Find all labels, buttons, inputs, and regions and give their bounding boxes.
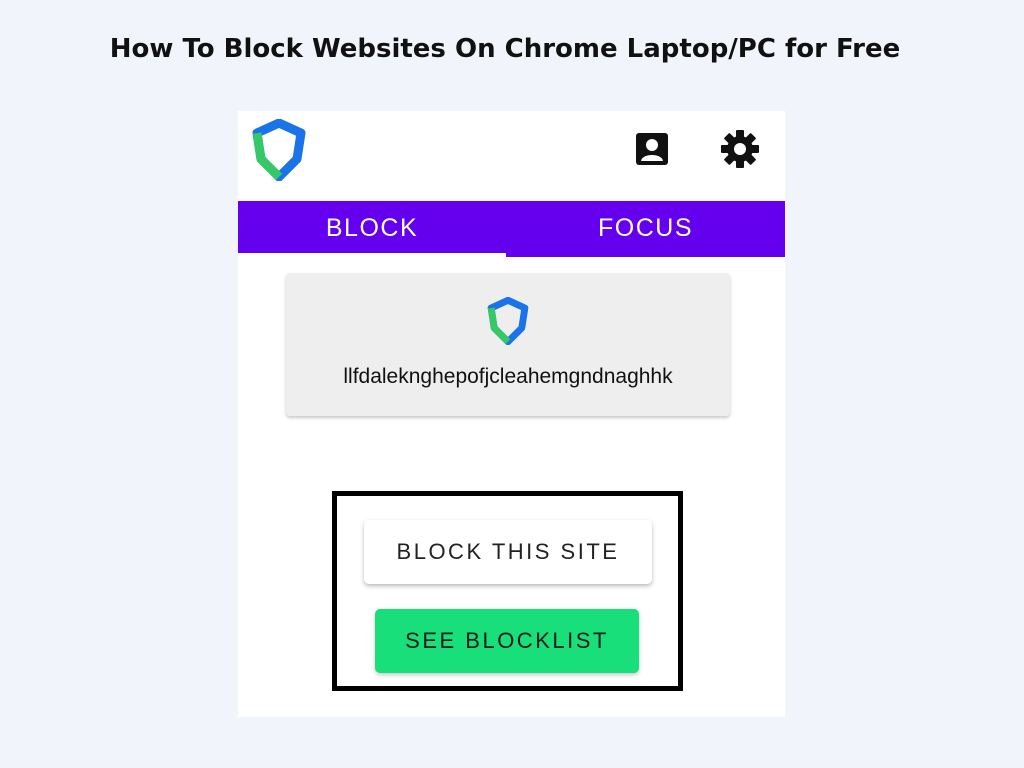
block-this-site-button[interactable]: BLOCK THIS SITE bbox=[364, 520, 652, 584]
tab-focus[interactable]: FOCUS bbox=[506, 201, 785, 257]
active-tab-indicator bbox=[238, 253, 506, 257]
tab-block[interactable]: BLOCK bbox=[238, 201, 506, 257]
account-box-icon[interactable] bbox=[633, 130, 671, 168]
current-site-card: llfdaleknghepofjcleahemgndnaghhk bbox=[286, 273, 730, 416]
site-identifier: llfdaleknghepofjcleahemgndnaghhk bbox=[343, 365, 673, 388]
gear-icon[interactable] bbox=[718, 128, 762, 170]
tab-bar: BLOCK FOCUS bbox=[238, 201, 785, 257]
see-blocklist-button[interactable]: SEE BLOCKLIST bbox=[375, 609, 639, 673]
extension-popup: BLOCK FOCUS llfdaleknghepofjcleahemgndna… bbox=[238, 111, 785, 717]
shield-logo-icon bbox=[487, 297, 529, 345]
page-headline: How To Block Websites On Chrome Laptop/P… bbox=[109, 34, 901, 64]
shield-logo-icon bbox=[252, 119, 306, 181]
popup-header bbox=[238, 111, 785, 201]
